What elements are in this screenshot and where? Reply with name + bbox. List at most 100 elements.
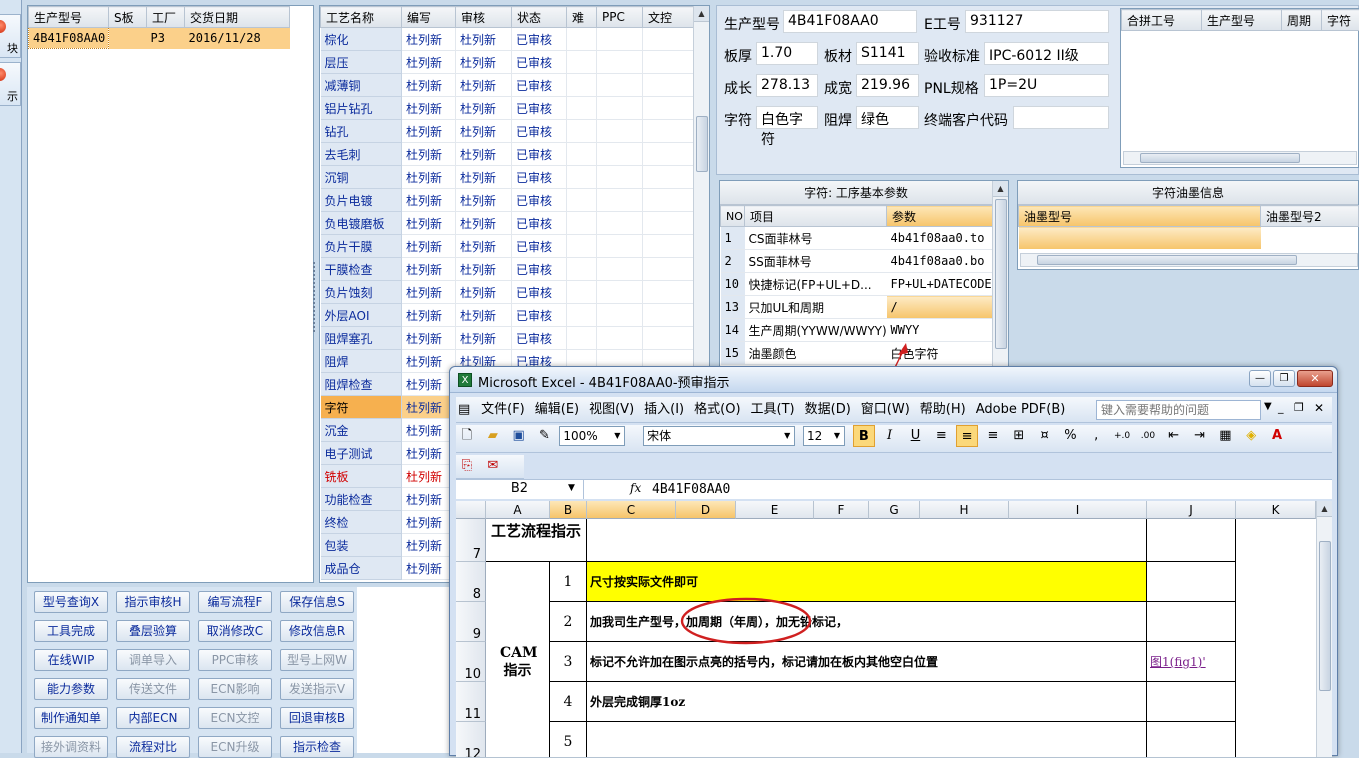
action-button[interactable]: 编写流程F xyxy=(198,591,272,613)
spreadsheet-grid[interactable]: ABCDEFGHIJK 7 8 9 10 11 12 工艺流程指示 CAM指示 … xyxy=(456,501,1332,757)
cell-item-text[interactable]: 加我司生产型号，加周期（年周），加无铅标记， xyxy=(587,602,1147,642)
help-search-input[interactable]: 键入需要帮助的问题 xyxy=(1096,400,1261,420)
left-strip-button-2[interactable]: 示 xyxy=(0,62,21,106)
table-row[interactable]: 去毛刺杜列新杜列新已审核 xyxy=(321,143,694,166)
chevron-down-icon[interactable]: ▼ xyxy=(568,483,575,493)
col-header[interactable]: 编写 xyxy=(402,7,456,28)
col-header[interactable]: 参数 xyxy=(887,206,993,227)
borders-icon[interactable]: ▦ xyxy=(1214,425,1236,447)
row-header[interactable]: 9 xyxy=(456,602,486,642)
column-header[interactable]: I xyxy=(1009,501,1147,519)
bold-icon[interactable]: B xyxy=(853,425,875,447)
indent-icon[interactable]: ⇥ xyxy=(1189,425,1211,447)
action-button[interactable]: 取消修改C xyxy=(198,620,272,642)
col-header[interactable]: 难 xyxy=(567,7,597,28)
col-header[interactable]: 周期 xyxy=(1282,10,1322,31)
comma-icon[interactable]: , xyxy=(1085,425,1107,447)
table-row[interactable]: 外层AOI杜列新杜列新已审核 xyxy=(321,304,694,327)
col-header[interactable]: 状态 xyxy=(512,7,567,28)
col-header[interactable]: 生产型号 xyxy=(1202,10,1282,31)
column-header[interactable]: B xyxy=(550,501,587,519)
ink-selected-row[interactable] xyxy=(1019,227,1261,249)
scroll-thumb[interactable] xyxy=(1140,153,1300,163)
font-select[interactable]: 宋体▼ xyxy=(643,426,795,446)
table-row[interactable]: 沉铜杜列新杜列新已审核 xyxy=(321,166,694,189)
scroll-thumb[interactable] xyxy=(995,199,1007,349)
pnl-field[interactable]: 1P=2U xyxy=(984,74,1109,97)
column-header[interactable]: A xyxy=(486,501,550,519)
scroll-up-icon[interactable]: ▲ xyxy=(694,6,709,22)
select-all-corner[interactable] xyxy=(456,501,486,519)
underline-icon[interactable]: U xyxy=(904,425,926,447)
font-color-icon[interactable]: A xyxy=(1266,425,1288,447)
action-button[interactable]: ECN文控 xyxy=(198,707,272,729)
col-header[interactable]: 交货日期 xyxy=(185,7,290,28)
decrease-decimal-icon[interactable]: .00 xyxy=(1137,425,1159,447)
action-button[interactable]: 内部ECN xyxy=(116,707,190,729)
cell-j[interactable] xyxy=(1147,562,1236,602)
table-row[interactable]: 减薄铜杜列新杜列新已审核 xyxy=(321,74,694,97)
action-button[interactable]: PPC审核 xyxy=(198,649,272,671)
cell-item-number[interactable]: 4 xyxy=(550,682,587,722)
scroll-thumb[interactable] xyxy=(1037,255,1297,265)
cell-item-number[interactable]: 2 xyxy=(550,602,587,642)
restore-workbook-icon[interactable]: ❐ xyxy=(1294,401,1304,414)
process-scrollbar[interactable]: ▲ xyxy=(693,6,709,371)
column-header[interactable]: F xyxy=(814,501,869,519)
align-center-icon[interactable]: ≡ xyxy=(956,425,978,447)
menu-item[interactable]: 工具(T) xyxy=(746,397,800,423)
action-button[interactable]: 发送指示V xyxy=(280,678,354,700)
menu-item[interactable]: 窗口(W) xyxy=(856,397,915,423)
horizontal-scrollbar[interactable] xyxy=(1020,253,1358,267)
table-row[interactable]: 4B41F08AA0 P3 2016/11/28 xyxy=(29,28,290,49)
align-right-icon[interactable]: ≡ xyxy=(982,425,1004,447)
menu-item[interactable]: 插入(I) xyxy=(639,397,689,423)
table-row[interactable]: 干膜检查杜列新杜列新已审核 xyxy=(321,258,694,281)
col-header[interactable]: 文控 xyxy=(643,7,694,28)
row-header[interactable]: 10 xyxy=(456,642,486,682)
cell-figure-link[interactable]: 图1(fig1)' xyxy=(1147,642,1236,682)
open-folder-icon[interactable]: ▰ xyxy=(482,425,504,447)
col-header[interactable]: 工艺名称 xyxy=(321,7,402,28)
cell-b7[interactable] xyxy=(587,519,1147,562)
col-header[interactable]: 合拼工号 xyxy=(1122,10,1202,31)
params-scrollbar[interactable]: ▲ xyxy=(992,181,1008,370)
format-painter-icon[interactable]: ✎ xyxy=(533,425,555,447)
cell-item-text[interactable] xyxy=(587,722,1147,757)
menu-item[interactable]: Adobe PDF(B) xyxy=(971,397,1071,423)
name-box[interactable]: B2 xyxy=(456,480,584,499)
col-header[interactable]: 工厂 xyxy=(147,7,185,28)
column-header[interactable]: D xyxy=(676,501,736,519)
menu-item[interactable]: 视图(V) xyxy=(584,397,639,423)
table-row[interactable]: 负电镀磨板杜列新杜列新已审核 xyxy=(321,212,694,235)
menu-item[interactable]: 格式(O) xyxy=(689,397,745,423)
col-header[interactable]: NO xyxy=(721,206,745,227)
save-icon[interactable]: ▣ xyxy=(508,425,530,447)
formula-input[interactable]: 4B41F08AA0 xyxy=(652,482,730,497)
col-header[interactable]: 生产型号 xyxy=(29,7,109,28)
cell-item-text[interactable]: 标记不允许加在图示点亮的括号内，标记请加在板内其他空白位置 xyxy=(587,642,1147,682)
column-header[interactable]: H xyxy=(920,501,1009,519)
table-row[interactable]: 负片干膜杜列新杜列新已审核 xyxy=(321,235,694,258)
close-icon[interactable]: ✕ xyxy=(1297,370,1333,387)
std-field[interactable]: IPC-6012 II级 xyxy=(984,42,1109,65)
action-button[interactable]: 接外调资料 xyxy=(34,736,108,758)
mat-field[interactable]: S1141 xyxy=(856,42,919,65)
col-header[interactable]: 油墨型号2 xyxy=(1261,206,1359,227)
char-field[interactable]: 白色字符 xyxy=(756,106,818,129)
thick-field[interactable]: 1.70 xyxy=(756,42,818,65)
scroll-thumb[interactable] xyxy=(1319,541,1331,691)
cell-j[interactable] xyxy=(1147,722,1236,757)
action-button[interactable]: 调单导入 xyxy=(116,649,190,671)
column-header[interactable]: G xyxy=(869,501,920,519)
currency-icon[interactable]: ¤ xyxy=(1034,425,1056,447)
table-row[interactable]: 13只加UL和周期/ xyxy=(721,296,993,319)
action-button[interactable]: ECN升级 xyxy=(198,736,272,758)
model-field[interactable]: 4B41F08AA0 xyxy=(783,10,917,33)
menu-item[interactable]: 帮助(H) xyxy=(915,397,971,423)
col-header[interactable]: PPC xyxy=(597,7,643,28)
outdent-icon[interactable]: ⇤ xyxy=(1163,425,1185,447)
fill-color-icon[interactable]: ◈ xyxy=(1240,425,1262,447)
action-button[interactable]: 型号查询X xyxy=(34,591,108,613)
row-header[interactable]: 12 xyxy=(456,722,486,757)
